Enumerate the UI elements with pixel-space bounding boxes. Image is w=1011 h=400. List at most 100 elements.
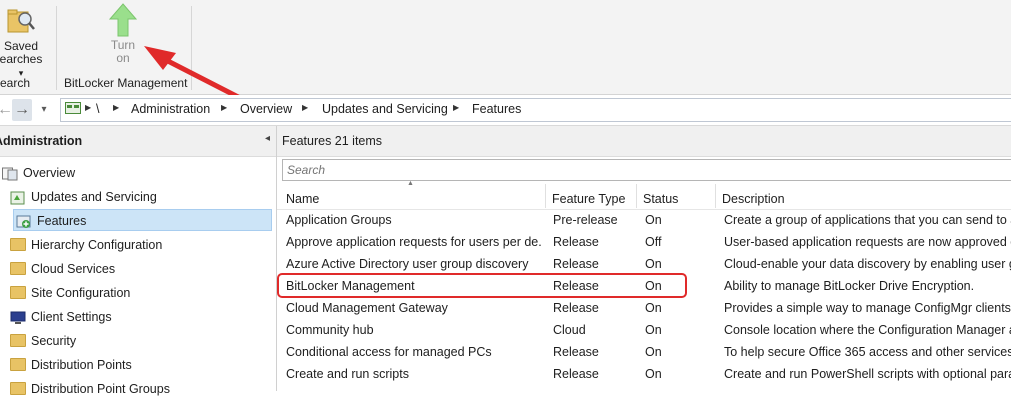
cell-status: On <box>645 301 662 315</box>
turn-on-label-2: on <box>116 51 130 65</box>
column-header-description[interactable]: Description <box>716 184 1011 208</box>
tree-item-label: Distribution Points <box>31 358 132 372</box>
column-header-feature-type[interactable]: Feature Type <box>546 184 637 208</box>
forward-arrow-icon[interactable]: → <box>12 99 32 121</box>
cell-description: Console location where the Configuration… <box>724 323 1011 337</box>
tree-item-client-settings[interactable]: Client Settings <box>10 306 275 328</box>
folder-icon <box>10 358 26 372</box>
tree-item-label: Security <box>31 334 77 348</box>
navigation-pane-header: Administration ◂ <box>0 126 276 157</box>
cell-description: Create and run PowerShell scripts with o… <box>724 367 1011 381</box>
annotation-highlight <box>277 273 687 298</box>
crumb-separator-icon[interactable]: ▶ <box>221 103 227 112</box>
crumb-administration[interactable]: Administration <box>131 102 210 116</box>
back-arrow-icon[interactable]: ← <box>0 99 13 121</box>
tree-item-distribution-point-groups[interactable]: Distribution Point Groups <box>10 378 275 400</box>
results-header: Features 21 items <box>277 126 1011 157</box>
cell-status: On <box>645 367 662 381</box>
cell-description: Create a group of applications that you … <box>724 213 1011 227</box>
table-row[interactable]: Approve application requests for users p… <box>277 231 1011 253</box>
tree-item-label: Updates and Servicing <box>31 190 157 204</box>
navigation-bar: ← → ▾ ▶ \ ▶ Administration ▶ Overview ▶ … <box>0 95 1011 126</box>
cell-description: Cloud-enable your data discovery by enab… <box>724 257 1011 271</box>
crumb-separator-icon[interactable]: ▶ <box>113 103 119 112</box>
cell-status: Off <box>645 235 662 249</box>
tree-item-label: Client Settings <box>31 310 112 324</box>
crumb-features[interactable]: Features <box>472 102 521 116</box>
cell-name: Cloud Management Gateway <box>286 301 448 315</box>
cell-name: Application Groups <box>286 213 392 227</box>
tree-item-overview[interactable]: Overview <box>0 162 275 184</box>
crumb-separator-icon[interactable]: ▶ <box>302 103 308 112</box>
tree-item-label: Features <box>37 214 87 228</box>
search-group: Saved earches ▾ Search <box>0 0 56 94</box>
crumb-updates-and-servicing[interactable]: Updates and Servicing <box>322 102 448 116</box>
search-group-label: Search <box>0 76 31 90</box>
crumb-overview[interactable]: Overview <box>240 102 292 116</box>
tree-item-label: Distribution Point Groups <box>31 382 170 396</box>
folder-icon <box>10 238 26 252</box>
column-header-name[interactable]: Name <box>280 184 546 208</box>
tree-item-cloud-services[interactable]: Cloud Services <box>10 258 275 280</box>
history-dropdown-icon[interactable]: ▾ <box>37 99 51 121</box>
folder-icon <box>10 334 26 348</box>
table-row[interactable]: Community hub Cloud On Console location … <box>277 319 1011 341</box>
table-row[interactable]: Cloud Management Gateway Release On Prov… <box>277 297 1011 319</box>
tree-item-label: Overview <box>23 166 76 180</box>
tree-item-hierarchy-configuration[interactable]: Hierarchy Configuration <box>10 234 275 256</box>
tree-item-security[interactable]: Security <box>10 330 275 352</box>
client-settings-icon <box>10 310 26 325</box>
cell-status: On <box>645 345 662 359</box>
console-home-icon[interactable] <box>65 102 81 116</box>
updates-icon <box>10 190 26 205</box>
cell-name: Conditional access for managed PCs <box>286 345 492 359</box>
green-up-arrow-icon <box>108 3 138 37</box>
tree-item-features[interactable]: Features <box>13 209 272 231</box>
ribbon-separator <box>191 6 192 90</box>
folder-icon <box>10 262 26 276</box>
bitlocker-group-label: BitLocker Management <box>64 76 188 90</box>
cell-feature-type: Release <box>553 367 599 381</box>
workspace-title: Administration <box>0 134 83 148</box>
table-row[interactable]: Conditional access for managed PCs Relea… <box>277 341 1011 363</box>
search-input[interactable] <box>282 159 1011 181</box>
ribbon: Saved earches ▾ Search Turn on BitLocker… <box>0 0 1011 95</box>
tree-item-distribution-points[interactable]: Distribution Points <box>10 354 275 376</box>
cell-feature-type: Release <box>553 257 599 271</box>
table-row[interactable]: Create and run scripts Release On Create… <box>277 363 1011 385</box>
saved-searches-button[interactable]: Saved earches ▾ <box>0 6 44 80</box>
cell-description: User-based application requests are now … <box>724 235 1011 249</box>
cell-feature-type: Release <box>553 235 599 249</box>
cell-feature-type: Pre-release <box>553 213 618 227</box>
bitlocker-group: Turn on BitLocker Management <box>57 0 191 94</box>
results-title: Features 21 items <box>282 134 383 148</box>
crumb-separator-icon[interactable]: ▶ <box>453 103 459 112</box>
table-row[interactable]: Application Groups Pre-release On Create… <box>277 209 1011 231</box>
folder-icon <box>10 286 26 300</box>
cell-feature-type: Release <box>553 301 599 315</box>
cell-description: Ability to manage BitLocker Drive Encryp… <box>724 279 975 293</box>
crumb-separator-icon[interactable]: ▶ <box>85 103 91 112</box>
cell-status: On <box>645 323 662 337</box>
cell-description: To help secure Office 365 access and oth… <box>724 345 1011 359</box>
tree-item-label: Cloud Services <box>31 262 116 276</box>
results-pane: Features 21 items ▲ Name Feature Type St… <box>277 126 1011 391</box>
cell-feature-type: Release <box>553 345 599 359</box>
folder-icon <box>10 382 26 396</box>
tree-item-label: Site Configuration <box>31 286 131 300</box>
cell-description: Provides a simple way to manage ConfigMg… <box>724 301 1011 315</box>
cell-name: Approve application requests for users p… <box>286 235 541 249</box>
features-icon <box>16 214 32 229</box>
cell-name: Create and run scripts <box>286 367 409 381</box>
cell-feature-type: Cloud <box>553 323 586 337</box>
column-header-status[interactable]: Status <box>637 184 716 208</box>
saved-searches-icon <box>7 9 35 33</box>
turn-on-button[interactable]: Turn on <box>99 2 147 65</box>
cell-status: On <box>645 257 662 271</box>
collapse-pane-icon[interactable]: ◂ <box>265 133 270 144</box>
navigation-pane: Administration ◂ Overview Updates and Se… <box>0 126 277 396</box>
table-row[interactable]: Azure Active Directory user group discov… <box>277 253 1011 275</box>
crumb-root[interactable]: \ <box>96 102 99 116</box>
tree-item-site-configuration[interactable]: Site Configuration <box>10 282 275 304</box>
tree-item-updates-and-servicing[interactable]: Updates and Servicing <box>10 186 275 208</box>
